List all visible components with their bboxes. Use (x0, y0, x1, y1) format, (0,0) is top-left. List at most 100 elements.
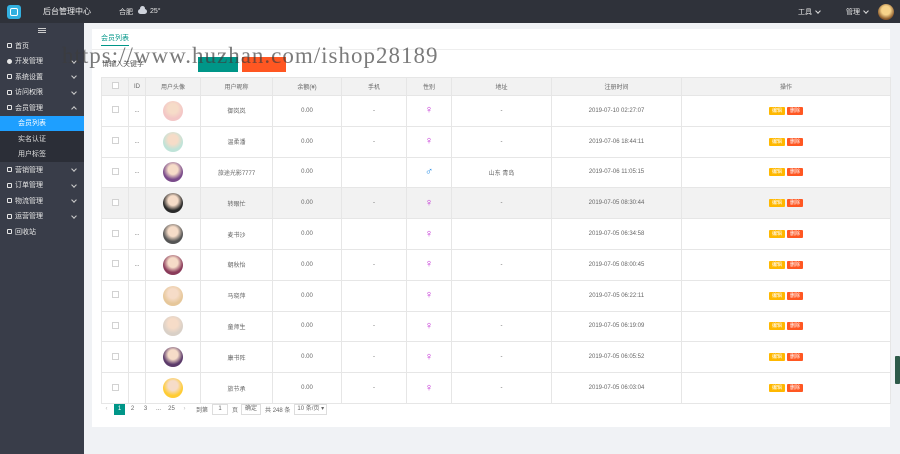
sidebar-item[interactable]: 物流管理 (0, 193, 84, 209)
delete-button[interactable]: 删除 (787, 168, 804, 177)
table-row[interactable]: ... 旅途光影7777 0.00 ♂ 山东 青岛 2019-07-06 11:05:15… (101, 156, 891, 189)
page-number[interactable]: 3 (140, 404, 151, 415)
row-checkbox[interactable] (111, 106, 119, 114)
tools-menu-label: 工具 (798, 8, 812, 16)
delete-button[interactable]: 删除 (787, 106, 804, 115)
address-cell (451, 218, 552, 250)
delete-button[interactable]: 删除 (787, 322, 804, 331)
sidebar-subitem[interactable]: 用户标签 (0, 146, 84, 162)
balance-cell: 0.00 (272, 187, 342, 220)
table-row[interactable]: 马晓萍 0.00 ♀ 2019-07-05 06:22:11 编辑 删除 (101, 279, 891, 312)
actions-cell: 编辑 删除 (681, 218, 891, 250)
edit-button[interactable]: 编辑 (768, 384, 785, 393)
page-number[interactable]: 2 (127, 404, 138, 415)
tools-menu[interactable]: 工具 (798, 7, 821, 17)
row-checkbox[interactable] (111, 167, 119, 175)
address-cell (451, 279, 552, 312)
row-select-cell[interactable] (101, 341, 129, 374)
goto-page-input[interactable]: 1 (212, 403, 229, 415)
row-checkbox[interactable] (111, 260, 119, 268)
app-logo[interactable] (7, 4, 21, 19)
page-number[interactable]: 1 (114, 403, 125, 415)
edit-button[interactable]: 编辑 (768, 353, 785, 362)
row-checkbox[interactable] (111, 291, 119, 299)
avatar[interactable] (878, 3, 894, 20)
sidebar-item[interactable]: 回收站 (0, 224, 84, 240)
row-select-cell[interactable] (101, 248, 129, 281)
table-row[interactable]: ... 麦书沙 0.00 ♀ 2019-07-05 06:34:58 编辑 删除 (101, 218, 891, 250)
page-size-select[interactable]: 10 条/页 ▾ (294, 403, 328, 415)
edit-button[interactable]: 编辑 (768, 168, 785, 177)
row-select-cell[interactable] (101, 187, 129, 220)
table-row[interactable]: 旅节承 0.00- ♀ -2019-07-05 06:03:04 编辑 删除 (101, 372, 891, 404)
edit-button[interactable]: 编辑 (768, 106, 785, 115)
nickname-cell: 朝秋怡 (200, 248, 273, 281)
chevron-down-icon (71, 73, 77, 79)
delete-button[interactable]: 删除 (787, 199, 804, 208)
edit-button[interactable]: 编辑 (768, 230, 785, 239)
chevron-down-icon (71, 166, 77, 172)
chevron-down-icon (863, 7, 869, 14)
delete-button[interactable]: 删除 (787, 230, 804, 239)
edit-button[interactable]: 编辑 (768, 199, 785, 208)
sidebar-item[interactable]: 会员管理 (0, 100, 84, 116)
sidebar-item[interactable]: 系统设置 (0, 69, 84, 85)
row-select-cell[interactable] (101, 156, 129, 189)
row-checkbox[interactable] (111, 198, 119, 206)
sidebar-subitem[interactable]: 实名认证 (0, 131, 84, 147)
row-select-cell[interactable] (101, 310, 129, 343)
sidebar-item-label: 营销管理 (15, 166, 43, 174)
table-row[interactable]: ... 朝秋怡 0.00- ♀ -2019-07-05 08:00:45 编辑 删除 (101, 248, 891, 281)
row-checkbox[interactable] (111, 229, 119, 237)
edit-button[interactable]: 编辑 (768, 322, 785, 331)
table-row[interactable]: 童师生 0.00- ♀ -2019-07-05 06:19:09 编辑 删除 (101, 310, 891, 343)
delete-button[interactable]: 删除 (787, 384, 804, 393)
menu-toggle-icon[interactable] (0, 23, 84, 38)
female-icon: ♀ (424, 227, 434, 240)
table-row[interactable]: 康书阵 0.00- ♀ -2019-07-05 06:05:52 编辑 删除 (101, 341, 891, 374)
delete-button[interactable]: 删除 (787, 291, 804, 300)
table-row[interactable]: ... 温柔潘 0.00- ♀ -2019-07-06 18:44:11 编辑 删除 (101, 125, 891, 158)
row-select-cell[interactable] (101, 279, 129, 312)
edit-button[interactable]: 编辑 (768, 291, 785, 300)
next-page-icon[interactable]: › (179, 404, 190, 415)
phone-cell (341, 156, 407, 189)
delete-button[interactable]: 删除 (787, 137, 804, 146)
phone-cell: - (341, 341, 407, 374)
nickname-cell: 麦书沙 (200, 218, 273, 250)
avatar-cell (145, 341, 201, 374)
goto-confirm-button[interactable]: 确定 (241, 403, 262, 415)
prev-page-icon[interactable]: ‹ (101, 404, 112, 415)
female-icon: ♀ (424, 135, 434, 148)
row-checkbox[interactable] (111, 383, 119, 391)
row-select-cell[interactable] (101, 125, 129, 158)
select-all-header[interactable] (101, 77, 129, 96)
table-row[interactable]: 转眼忙 0.00- ♀ -2019-07-05 08:30:44 编辑 删除 (101, 187, 891, 220)
sidebar-item[interactable]: 运营管理 (0, 209, 84, 225)
row-checkbox[interactable] (111, 352, 119, 360)
nickname-cell: 转眼忙 (200, 187, 273, 220)
edit-button[interactable]: 编辑 (768, 137, 785, 146)
sidebar-item[interactable]: 订单管理 (0, 178, 84, 194)
avatar (163, 285, 183, 306)
delete-button[interactable]: 删除 (787, 260, 804, 269)
balance-cell: 0.00 (272, 310, 342, 343)
table-row[interactable]: ... 御岚岚 0.00- ♀ -2019-07-10 02:27:07 编辑 删除 (101, 95, 891, 127)
row-select-cell[interactable] (101, 218, 129, 250)
delete-button[interactable]: 删除 (787, 353, 804, 362)
id-cell: ... (128, 95, 146, 127)
sidebar-item[interactable]: 营销管理 (0, 162, 84, 178)
row-checkbox[interactable] (111, 137, 119, 145)
edit-button[interactable]: 编辑 (768, 260, 785, 269)
row-checkbox[interactable] (111, 321, 119, 329)
page-number[interactable]: 25 (166, 404, 177, 415)
avatar-cell (145, 372, 201, 404)
sidebar-subitem[interactable]: 会员列表 (0, 115, 84, 131)
side-scroll-handle[interactable] (895, 356, 900, 384)
select-all-checkbox[interactable] (111, 82, 119, 89)
row-select-cell[interactable] (101, 95, 129, 127)
admin-menu[interactable]: 管理 (846, 7, 869, 17)
row-select-cell[interactable] (101, 372, 129, 404)
phone-cell (341, 279, 407, 312)
sidebar-item[interactable]: 访问权限 (0, 85, 84, 101)
